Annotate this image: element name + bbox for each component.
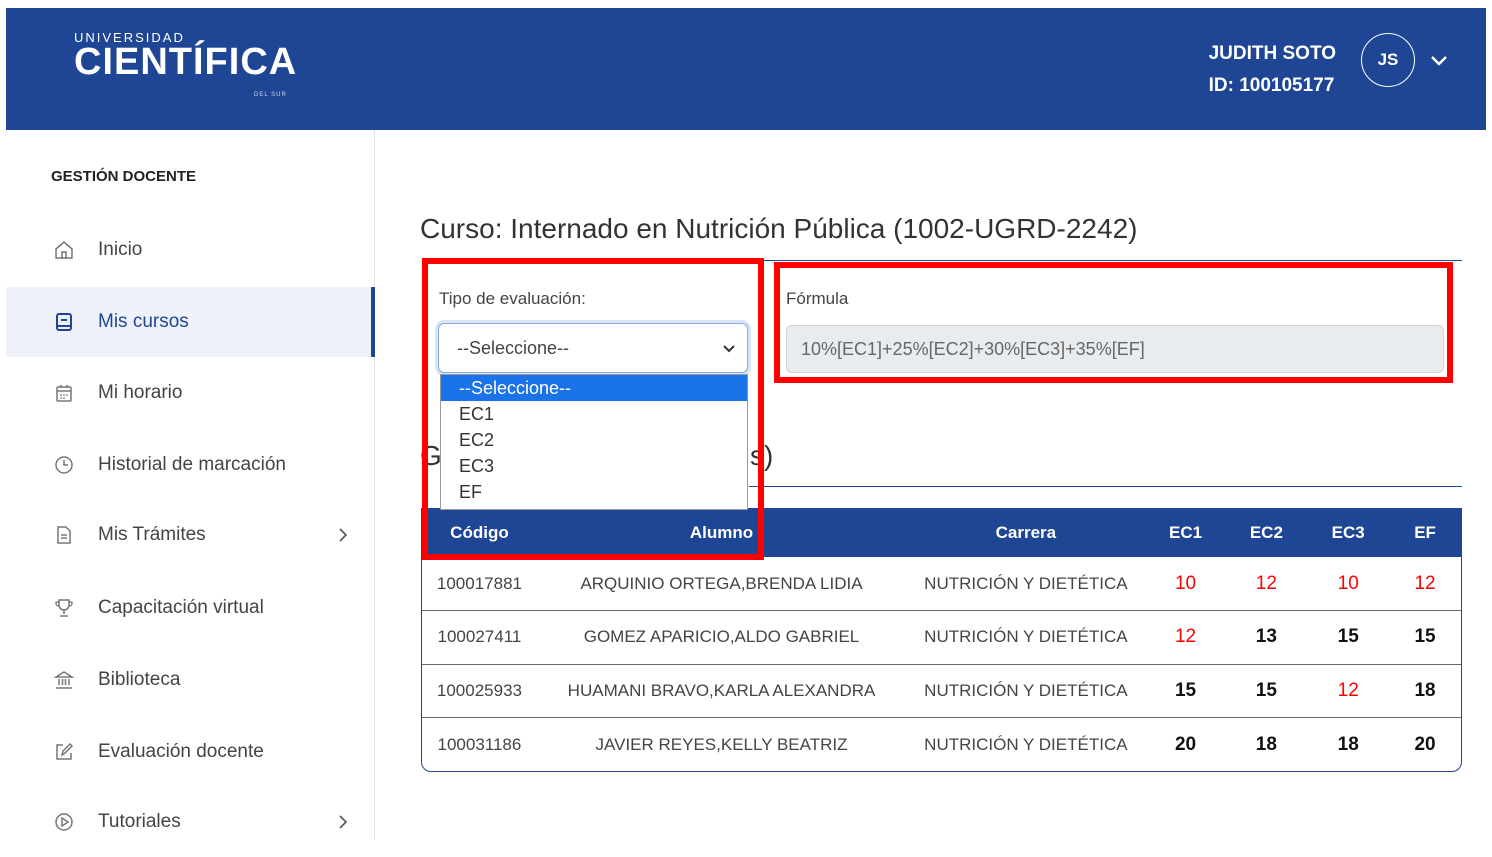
cell-ec1: 10 <box>1145 557 1226 611</box>
table-row: 100025933 HUAMANI BRAVO,KARLA ALEXANDRA … <box>422 664 1461 718</box>
header-ec2: EC2 <box>1225 509 1308 557</box>
avatar[interactable]: JS <box>1361 33 1415 87</box>
calendar-icon <box>52 381 76 405</box>
table-row: 100027411 GOMEZ APARICIO,ALDO GABRIEL NU… <box>422 610 1461 665</box>
user-name: JUDITH SOTO <box>1208 43 1336 64</box>
cell-ec3: 15 <box>1307 610 1390 665</box>
edit-icon <box>52 740 76 764</box>
cell-ef: 18 <box>1389 664 1461 718</box>
sidebar-heading: GESTIÓN DOCENTE <box>51 168 197 185</box>
section-title-left: G <box>420 440 442 471</box>
sidebar-item-label: Inicio <box>98 239 143 260</box>
sidebar-item-mis-cursos[interactable]: Mis cursos <box>6 287 375 357</box>
header-carrera: Carrera <box>906 509 1146 557</box>
sidebar-item-label: Evaluación docente <box>98 741 264 762</box>
grades-table: Código Alumno Carrera EC1 EC2 EC3 EF 100… <box>421 508 1462 772</box>
cell-codigo: 100027411 <box>422 610 537 665</box>
top-bar: UNIVERSIDAD CIENTÍFICA DEL SUR JUDITH SO… <box>6 8 1486 130</box>
cell-carrera: NUTRICIÓN Y DIETÉTICA <box>906 610 1146 665</box>
cell-ef: 12 <box>1389 557 1461 611</box>
course-title: Curso: Internado en Nutrición Pública (1… <box>420 213 1138 244</box>
formula-label: Fórmula <box>786 289 849 308</box>
cell-carrera: NUTRICIÓN Y DIETÉTICA <box>906 664 1146 718</box>
cell-alumno: ARQUINIO ORTEGA,BRENDA LIDIA <box>536 557 907 611</box>
home-icon <box>52 238 76 262</box>
cell-carrera: NUTRICIÓN Y DIETÉTICA <box>906 557 1146 611</box>
sidebar-item-mi-horario[interactable]: Mi horario <box>6 358 375 428</box>
cell-ec3: 12 <box>1307 664 1390 718</box>
section-divider <box>749 486 1462 487</box>
sidebar-item-biblioteca[interactable]: Biblioteca <box>6 645 375 715</box>
sidebar-item-label: Tutoriales <box>98 811 181 832</box>
eval-option-ec3[interactable]: EC3 <box>441 453 747 479</box>
sidebar: GESTIÓN DOCENTE Inicio Mis cursos Mi hor… <box>6 130 375 839</box>
cell-ec2: 12 <box>1225 557 1308 611</box>
sidebar-item-label: Capacitación virtual <box>98 597 264 618</box>
sidebar-item-mis-tramites[interactable]: Mis Trámites <box>6 500 375 570</box>
cell-ef: 15 <box>1389 610 1461 665</box>
formula-field: 10%[EC1]+25%[EC2]+30%[EC3]+35%[EF] <box>786 325 1444 373</box>
header-ef: EF <box>1389 509 1461 557</box>
eval-type-dropdown: --Seleccione-- EC1 EC2 EC3 EF <box>440 374 748 510</box>
table-row: 100031186 JAVIER REYES,KELLY BEATRIZ NUT… <box>422 718 1461 772</box>
eval-option-ef[interactable]: EF <box>441 479 747 505</box>
sidebar-item-label: Mis cursos <box>98 311 189 332</box>
table-header-row: Código Alumno Carrera EC1 EC2 EC3 EF <box>422 509 1461 557</box>
chevron-down-icon <box>723 345 735 353</box>
chevron-right-icon <box>339 815 348 829</box>
document-icon <box>52 523 76 547</box>
cell-ec2: 15 <box>1225 664 1308 718</box>
cell-ec2: 13 <box>1225 610 1308 665</box>
cell-ec2: 18 <box>1255 733 1277 755</box>
header-ec3: EC3 <box>1307 509 1390 557</box>
cell-codigo: 100025933 <box>422 664 537 718</box>
sidebar-item-evaluacion-docente[interactable]: Evaluación docente <box>6 717 375 787</box>
cell-ec3: 18 <box>1337 733 1359 755</box>
header-alumno: Alumno <box>536 509 907 557</box>
table-row: 100017881 ARQUINIO ORTEGA,BRENDA LIDIA N… <box>422 557 1461 611</box>
eval-option-ec1[interactable]: EC1 <box>441 401 747 427</box>
sidebar-item-capacitacion-virtual[interactable]: Capacitación virtual <box>6 573 375 643</box>
cell-codigo: 100031186 <box>437 734 522 754</box>
eval-option-ec2[interactable]: EC2 <box>441 427 747 453</box>
sidebar-item-historial-marcacion[interactable]: Historial de marcación <box>6 430 375 500</box>
cell-alumno: GOMEZ APARICIO,ALDO GABRIEL <box>536 610 907 665</box>
book-icon <box>52 310 76 334</box>
cell-ec1: 12 <box>1145 610 1226 665</box>
section-title-right: s) <box>750 440 774 471</box>
play-icon <box>52 810 76 834</box>
university-logo[interactable]: UNIVERSIDAD CIENTÍFICA DEL SUR <box>74 30 298 98</box>
trophy-icon <box>52 596 76 620</box>
sidebar-item-label: Biblioteca <box>98 669 181 690</box>
user-info: JUDITH SOTO ID: 100105177 <box>1209 38 1336 102</box>
eval-type-select[interactable]: --Seleccione-- <box>438 323 748 373</box>
sidebar-item-label: Historial de marcación <box>98 454 286 475</box>
clock-icon <box>52 453 76 477</box>
cell-alumno: HUAMANI BRAVO,KARLA ALEXANDRA <box>536 664 907 718</box>
cell-ec3: 10 <box>1307 557 1390 611</box>
cell-ec1: 15 <box>1145 664 1226 718</box>
sidebar-item-inicio[interactable]: Inicio <box>6 215 375 285</box>
sidebar-item-label: Mi horario <box>98 382 183 403</box>
sidebar-item-label: Mis Trámites <box>98 524 206 545</box>
eval-type-selected: --Seleccione-- <box>457 338 570 358</box>
cell-ec1: 20 <box>1174 733 1197 755</box>
cell-alumno: JAVIER REYES,KELLY BEATRIZ <box>595 734 848 754</box>
eval-option-seleccione[interactable]: --Seleccione-- <box>441 375 747 401</box>
title-divider <box>760 260 1462 261</box>
logo-line2: CIENTÍFICA <box>74 41 298 83</box>
cell-carrera: NUTRICIÓN Y DIETÉTICA <box>924 734 1128 754</box>
logo-line3: DEL SUR <box>254 92 287 98</box>
header-codigo: Código <box>422 509 537 557</box>
chevron-down-icon[interactable] <box>1430 52 1448 70</box>
chevron-right-icon <box>339 528 348 542</box>
eval-type-label: Tipo de evaluación: <box>439 289 586 308</box>
sidebar-item-tutoriales[interactable]: Tutoriales <box>6 787 375 857</box>
user-id: ID: 100105177 <box>1208 75 1335 96</box>
cell-ef: 20 <box>1414 733 1436 755</box>
header-ec1: EC1 <box>1145 509 1226 557</box>
cell-codigo: 100017881 <box>422 557 537 611</box>
library-icon <box>52 668 76 692</box>
